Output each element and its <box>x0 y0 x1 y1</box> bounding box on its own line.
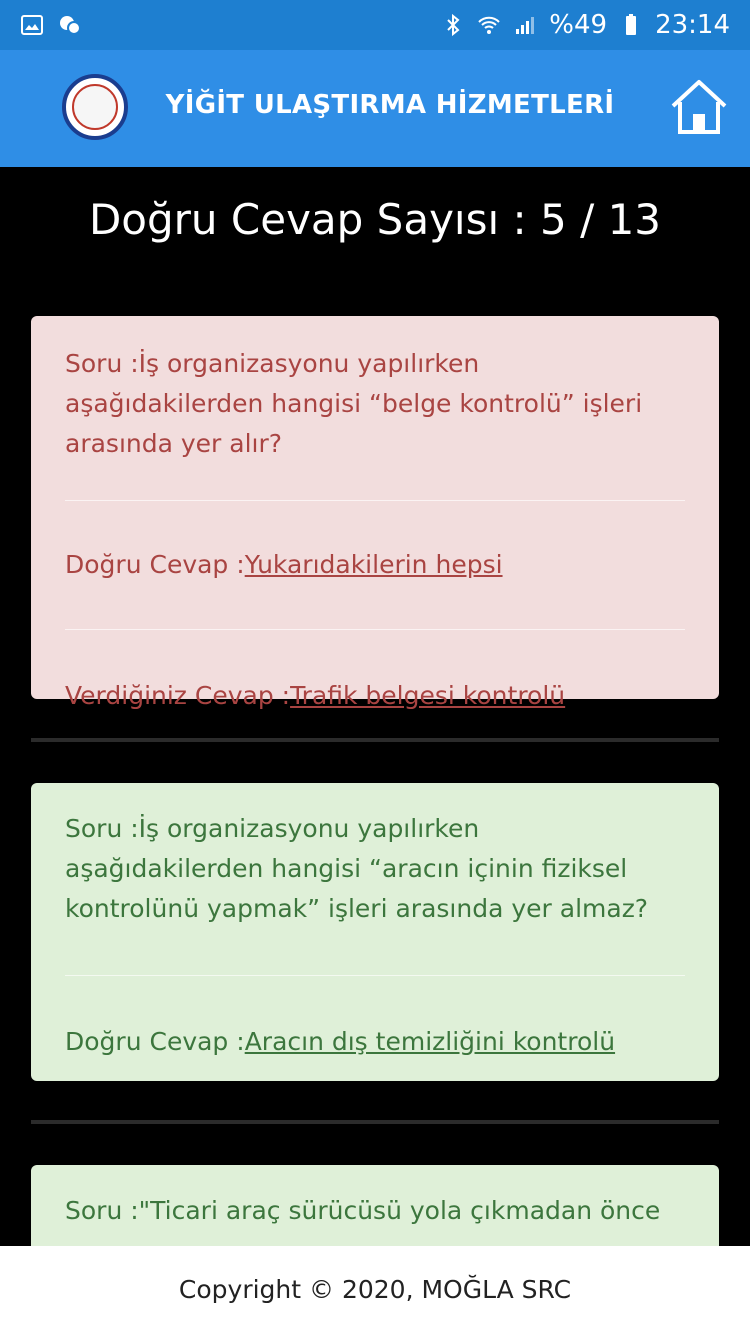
wifi-icon <box>478 16 500 34</box>
score-heading: Doğru Cevap Sayısı : 5 / 13 <box>88 195 662 244</box>
given-answer-prefix: Verdiğiniz Cevap : <box>65 681 291 710</box>
home-icon[interactable] <box>668 76 730 138</box>
signal-icon <box>516 17 535 34</box>
chat-icon <box>60 16 81 35</box>
status-bar: %49 23:14 <box>0 0 750 50</box>
question-prefix: Soru : <box>65 814 139 843</box>
app-title: YİĞİT ULAŞTIRMA HİZMETLERİ <box>165 90 615 120</box>
question-row: Soru :İş organizasyonu yapılırken aşağıd… <box>65 783 685 975</box>
correct-answer-row: Doğru Cevap :Aracın dış temizliğini kont… <box>65 975 685 1082</box>
correct-answer-row: Doğru Cevap :Yukarıdakilerin hepsi <box>65 500 685 629</box>
given-answer-link[interactable]: Trafik belgesi kontrolü <box>290 681 565 710</box>
question-text: İş organizasyonu yapılırken aşağıdakiler… <box>65 814 649 923</box>
copyright-text: Copyright © 2020, MOĞLA SRC <box>178 1274 572 1304</box>
given-answer-row: Verdiğiniz Cevap :Trafik belgesi kontrol… <box>65 629 685 736</box>
battery-percent: %49 <box>549 10 608 40</box>
footer: Copyright © 2020, MOĞLA SRC <box>0 1246 750 1332</box>
question-row: Soru :"Ticari araç sürücüsü yola çıkmada… <box>65 1165 685 1255</box>
result-card-correct: Soru :İş organizasyonu yapılırken aşağıd… <box>31 783 719 1081</box>
clock: 23:14 <box>655 10 730 40</box>
question-prefix: Soru : <box>65 349 139 378</box>
app-bar: YİĞİT ULAŞTIRMA HİZMETLERİ <box>0 50 750 167</box>
image-icon <box>21 15 43 35</box>
status-bar-left <box>20 13 82 37</box>
correct-answer-link[interactable]: Yukarıdakilerin hepsi <box>245 550 503 579</box>
battery-icon <box>626 14 637 35</box>
separator <box>31 738 719 742</box>
question-text: İş organizasyonu yapılırken aşağıdakiler… <box>65 349 643 458</box>
bluetooth-icon <box>447 13 460 37</box>
correct-answer-prefix: Doğru Cevap : <box>65 550 245 579</box>
status-bar-right: %49 23:14 <box>441 10 730 40</box>
correct-answer-prefix: Doğru Cevap : <box>65 1027 245 1056</box>
question-text: "Ticari araç sürücüsü yola çıkmadan önce <box>138 1196 661 1225</box>
question-prefix: Soru : <box>65 1196 139 1225</box>
separator <box>31 1120 719 1124</box>
question-row: Soru :İş organizasyonu yapılırken aşağıd… <box>65 316 685 500</box>
result-card-wrong: Soru :İş organizasyonu yapılırken aşağıd… <box>31 316 719 710</box>
correct-answer-link[interactable]: Aracın dış temizliğini kontrolü <box>245 1027 615 1056</box>
